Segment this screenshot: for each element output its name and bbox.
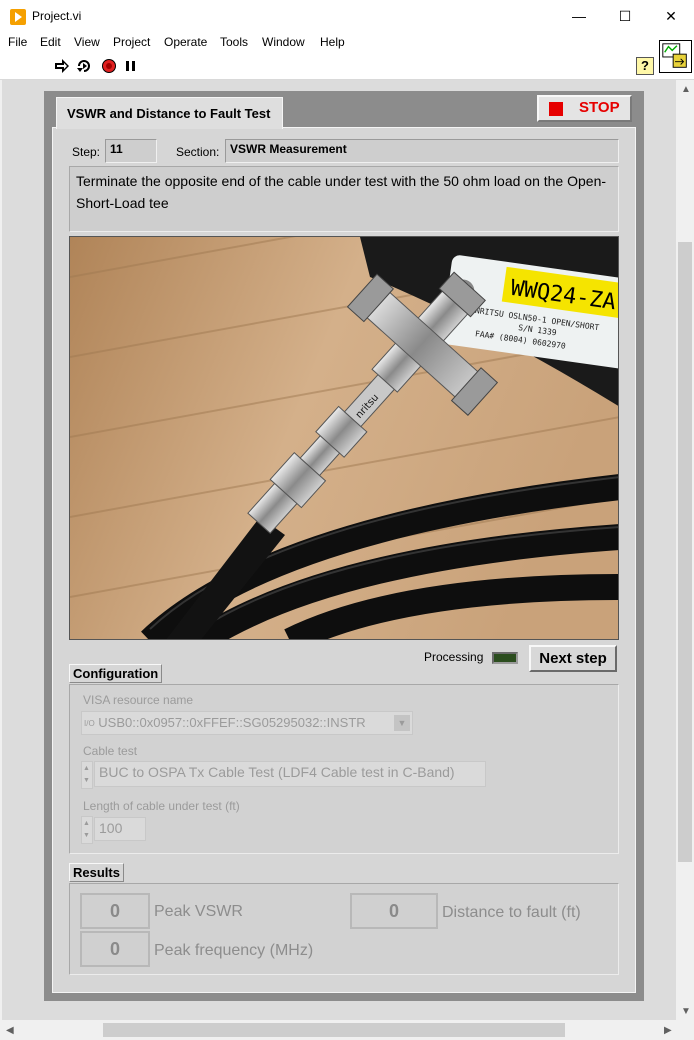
instruction-text: Terminate the opposite end of the cable …: [69, 166, 619, 232]
instruction-photo: WWQ24-ZA ANRITSU OSLN50-1 OPEN/SHORT S/N…: [69, 236, 619, 640]
step-indicator: 11: [105, 139, 157, 163]
window-title: Project.vi: [32, 9, 82, 23]
scroll-down-icon[interactable]: ▼: [681, 1006, 691, 1017]
results-label: Results: [69, 863, 124, 882]
processing-led-indicator: [492, 652, 518, 664]
chevron-down-icon[interactable]: ▼: [394, 715, 410, 731]
visa-io-icon: I/O: [84, 719, 95, 729]
cable-length-label: Length of cable under test (ft): [83, 799, 240, 813]
visa-resource-value: USB0::0x0957::0xFFEF::SG05295032::INSTR: [98, 715, 366, 730]
run-continuously-icon[interactable]: [76, 59, 92, 73]
cable-length-input[interactable]: 100: [94, 817, 146, 841]
scroll-left-icon[interactable]: ◀: [6, 1025, 14, 1036]
section-indicator: VSWR Measurement: [225, 139, 619, 163]
maximize-button[interactable]: ☐: [602, 0, 648, 32]
pause-icon[interactable]: [123, 59, 139, 73]
cable-length-increment-icon[interactable]: ▲ ▼: [81, 816, 93, 844]
peak-vswr-label: Peak VSWR: [154, 903, 243, 920]
minimize-button[interactable]: —: [556, 0, 602, 32]
menu-view[interactable]: View: [74, 35, 100, 49]
vertical-scroll-thumb[interactable]: [678, 242, 692, 862]
stop-button[interactable]: STOP: [537, 95, 632, 122]
menu-file[interactable]: File: [8, 35, 27, 49]
next-step-button[interactable]: Next step: [529, 645, 617, 672]
close-button[interactable]: ✕: [648, 0, 694, 32]
results-group: [69, 883, 619, 975]
abort-execution-icon[interactable]: [101, 59, 117, 73]
run-arrow-icon[interactable]: [54, 59, 70, 73]
labview-app-icon: [10, 9, 26, 25]
processing-label: Processing: [424, 650, 484, 664]
peak-frequency-indicator: 0: [80, 931, 150, 967]
distance-to-fault-label: Distance to fault (ft): [442, 904, 581, 921]
menu-window[interactable]: Window: [262, 35, 305, 49]
stop-square-icon: [549, 102, 563, 116]
vi-connector-icon[interactable]: [659, 40, 692, 73]
configuration-label: Configuration: [69, 664, 163, 683]
scroll-up-icon[interactable]: ▲: [681, 84, 691, 95]
menu-bar: File Edit View Project Operate Tools Win…: [0, 32, 694, 52]
visa-resource-control[interactable]: I/O USB0::0x0957::0xFFEF::SG05295032::IN…: [81, 711, 413, 735]
title-bar: Project.vi — ☐ ✕: [0, 0, 694, 32]
cable-test-ring[interactable]: BUC to OSPA Tx Cable Test (LDF4 Cable te…: [94, 761, 486, 787]
cable-test-label: Cable test: [83, 744, 138, 758]
horizontal-scroll-thumb[interactable]: [103, 1023, 565, 1037]
menu-help[interactable]: Help: [320, 35, 345, 49]
peak-vswr-indicator: 0: [80, 893, 150, 929]
stop-label: STOP: [579, 99, 620, 116]
tab-vswr-dtf[interactable]: VSWR and Distance to Fault Test: [56, 97, 283, 129]
menu-edit[interactable]: Edit: [40, 35, 61, 49]
peak-frequency-label: Peak frequency (MHz): [154, 942, 314, 959]
menu-project[interactable]: Project: [113, 35, 150, 49]
section-label: Section:: [176, 145, 220, 159]
cable-test-ring-arrows-icon[interactable]: ▲ ▼: [81, 761, 93, 789]
menu-operate[interactable]: Operate: [164, 35, 207, 49]
toolbar: ?: [0, 52, 694, 80]
visa-resource-label: VISA resource name: [83, 693, 194, 707]
cable-connector-image: WWQ24-ZA ANRITSU OSLN50-1 OPEN/SHORT S/N…: [70, 237, 618, 639]
context-help-button[interactable]: ?: [636, 57, 654, 75]
step-label: Step:: [72, 145, 101, 159]
distance-to-fault-indicator: 0: [350, 893, 438, 929]
menu-tools[interactable]: Tools: [220, 35, 248, 49]
scroll-right-icon[interactable]: ▶: [664, 1025, 672, 1036]
